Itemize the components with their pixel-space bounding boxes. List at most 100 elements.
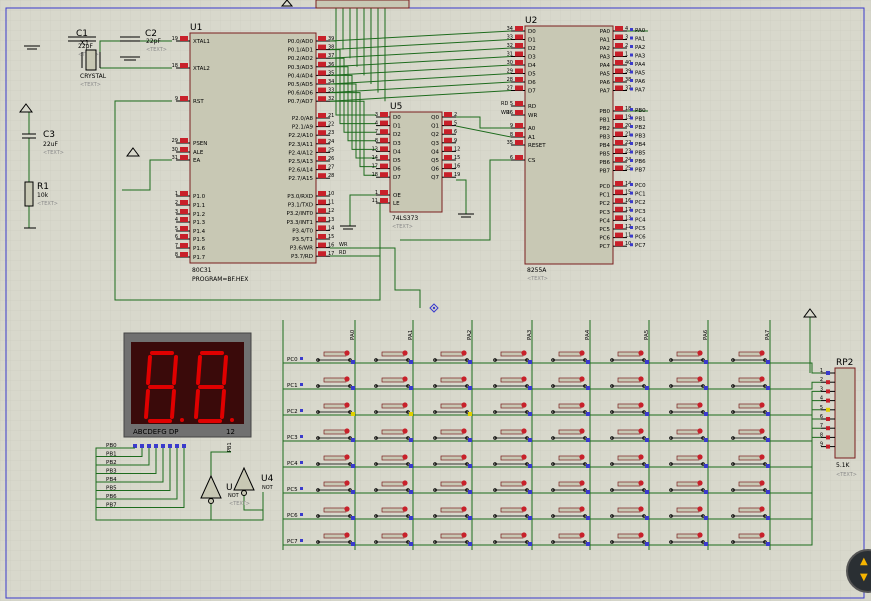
u2-left-net-label: RD	[501, 101, 508, 107]
u1-pin-label: P0.4/AD4	[288, 73, 314, 79]
u2-pin-label: PA4	[600, 63, 611, 69]
nav-up-icon[interactable]: ▲	[860, 557, 868, 567]
rp2-value: 5.1K	[836, 462, 851, 469]
u5-pin-label: Q6	[431, 167, 439, 173]
u2-net-label: PB1	[635, 117, 646, 123]
segment	[170, 389, 176, 419]
u2-pin-label: PC0	[599, 184, 610, 190]
segment-net-label: PB4	[106, 477, 117, 483]
seven-segment-display[interactable]: ABCDEFG DP 12	[123, 332, 252, 448]
u1-ref: U1	[190, 23, 202, 33]
u2-pin-number: 33	[507, 35, 513, 41]
u1-pin-label: P1.5	[193, 237, 206, 243]
display-segment-pin[interactable]	[161, 444, 165, 448]
u5-pin-label: Q0	[431, 115, 439, 121]
u2-pin-number: 28	[507, 77, 513, 83]
u2-pin-label: PB1	[599, 118, 610, 124]
u4-text: <TEXT>	[229, 501, 250, 507]
u1-pin-number: 29	[172, 138, 178, 144]
u1-pin-number: 25	[328, 147, 334, 153]
u1-pin-label: P3.4/T0	[292, 228, 313, 234]
u5-pin-label: OE	[393, 193, 401, 199]
u2-net-label: PB2	[635, 125, 646, 131]
u2-net-label: PA5	[635, 71, 646, 77]
u2-pin-label: D0	[528, 29, 536, 35]
u2-pin-label: A1	[528, 135, 535, 141]
u2-pin-number: 4	[625, 26, 628, 32]
u1-pin-label: P2.0/A8	[292, 116, 314, 122]
u1-pin-label: P1.6	[193, 246, 206, 252]
u1-pin-label: P1.0	[193, 194, 206, 200]
rp2-pin-number: 7	[820, 423, 823, 429]
u2-net-label: PC6	[635, 235, 646, 241]
u5-pin-label: LE	[393, 201, 400, 207]
rp2-pin-number: 5	[820, 405, 823, 411]
u1-pin-label: P2.5/A13	[288, 159, 313, 165]
u1-pin-label: P0.7/AD7	[288, 99, 314, 105]
u3-ref: U	[226, 483, 233, 493]
segment-net-label: PB2	[106, 460, 117, 466]
keypad-col-label: PA6	[703, 329, 709, 340]
keypad-col-label: PA0	[350, 329, 356, 340]
u2-pin-label: PA5	[600, 72, 611, 78]
r1-value: 10k	[37, 192, 49, 199]
u5-pin-label: Q1	[431, 124, 439, 130]
u2-pin-label: PB0	[599, 109, 610, 115]
u2-pin-label: PA1	[600, 38, 610, 44]
u1-pin-label: P1.4	[193, 229, 206, 235]
u2-net-label: PC5	[635, 226, 646, 232]
segment	[220, 389, 226, 419]
u1-pin-number: 10	[328, 191, 334, 197]
u2-net-label: PA4	[635, 62, 646, 68]
u2-net-label: PB7	[635, 168, 646, 174]
u1-pin-number: 5	[175, 226, 178, 232]
u5-value: 74LS373	[392, 215, 418, 222]
u2-pin-number: 31	[507, 52, 513, 58]
u2-ref: U2	[525, 16, 537, 26]
display-segment-pin[interactable]	[175, 444, 179, 448]
rp2-pin-number: 1	[820, 368, 823, 374]
u1-pin-number: 13	[328, 217, 334, 223]
u1-pin-label: P1.1	[193, 203, 205, 209]
u5-pin-number: 7	[375, 129, 378, 135]
u2-pin-label: PB6	[599, 160, 610, 166]
u5-ref: U5	[390, 102, 402, 112]
u5-pin-label: D3	[393, 141, 401, 147]
u1-pin-number: 12	[328, 208, 334, 214]
u2-pin-label: D7	[528, 89, 536, 95]
keypad-row-label: PC3	[287, 435, 298, 441]
u1-pin-label: P3.2/INT0	[286, 211, 313, 217]
u2-pin-number: 32	[507, 43, 513, 49]
c1-ref: C1	[76, 29, 88, 39]
u1-pin-label: RST	[193, 99, 204, 105]
segment-net-label: PB0	[106, 443, 117, 449]
display-segment-pin[interactable]	[133, 444, 137, 448]
display-segment-pin[interactable]	[168, 444, 172, 448]
u1-microcontroller[interactable]: U1 80C31 PROGRAM=BF.HEX 19 XTAL118 XTAL29 R…	[172, 23, 335, 283]
u1-pin-label: EA	[193, 158, 200, 164]
display-segment-pin[interactable]	[140, 444, 144, 448]
rp2-pin-number: 9	[820, 442, 823, 448]
u2-net-label: PA6	[635, 79, 646, 85]
display-segment-pin[interactable]	[154, 444, 158, 448]
u2-pin-number: 3	[625, 35, 628, 41]
u2-net-label: PB0	[635, 108, 646, 114]
u1-pin-number: 1	[175, 191, 178, 197]
nav-down-icon[interactable]: ▼	[860, 573, 868, 583]
u2-net-label: PA7	[635, 88, 646, 94]
u5-pin-label: Q2	[431, 132, 439, 138]
u5-pin-label: Q5	[431, 158, 439, 164]
u1-pin-label: P3.6/WR	[290, 246, 313, 252]
u4-value: NOT	[262, 485, 274, 491]
schematic-canvas[interactable]: U1 80C31 PROGRAM=BF.HEX 19 XTAL118 XTAL29 R…	[0, 0, 871, 601]
display-segment-pin[interactable]	[182, 444, 186, 448]
u1-pin-label: P3.3/INT1	[286, 220, 313, 226]
c3-ref: C3	[43, 130, 55, 140]
u2-pin-number: 6	[510, 155, 513, 161]
display-segment-pin[interactable]	[147, 444, 151, 448]
u1-pin-label: P3.5/T1	[292, 237, 313, 243]
rp2-pin-number: 8	[820, 432, 823, 438]
u1-pin-number: 15	[328, 234, 334, 240]
u5-pin-number: 12	[454, 146, 460, 152]
display-net-pb1: PB1	[227, 442, 233, 452]
